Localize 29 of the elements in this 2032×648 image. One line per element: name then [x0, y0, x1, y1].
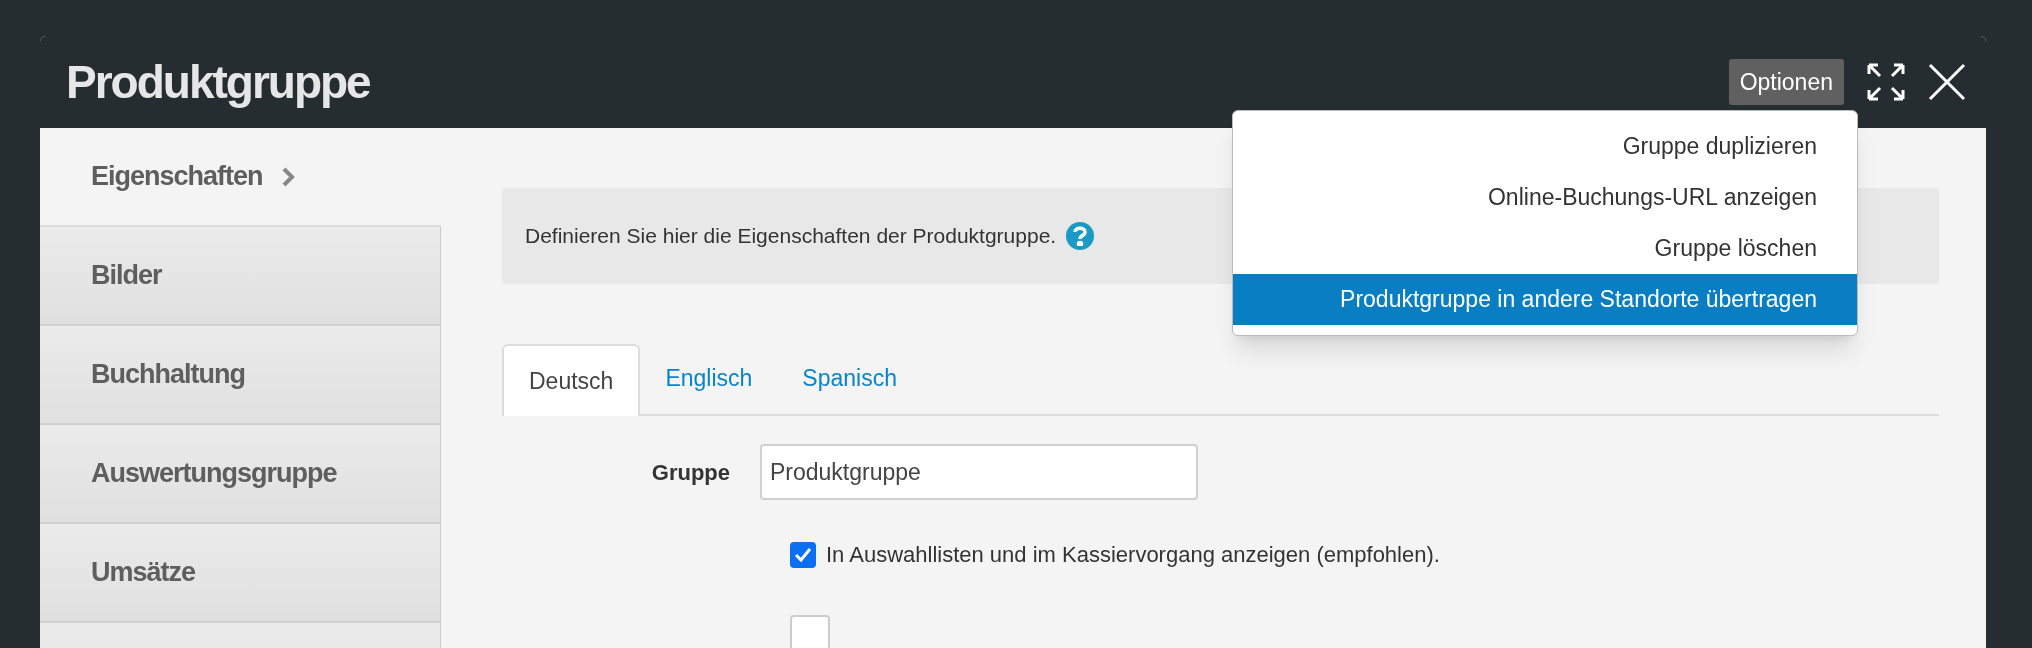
sidebar-label: Umsätze: [91, 556, 196, 590]
chevron-right-icon: [280, 166, 295, 187]
menu-item[interactable]: Gruppe löschen: [1233, 223, 1857, 274]
group-label: Gruppe: [650, 458, 731, 487]
language-tab[interactable]: Englisch: [640, 342, 778, 414]
menu-item[interactable]: Online-Buchungs-URL anzeigen: [1233, 172, 1857, 223]
checkmark-icon: [794, 546, 812, 563]
window-title: Produktgruppe: [66, 54, 370, 110]
sidebar-label: Bilder: [91, 259, 162, 293]
sidebar-item[interactable]: Buchhaltung: [40, 326, 441, 425]
sidebar-item[interactable]: Bilder: [40, 227, 441, 326]
options-button[interactable]: Optionen: [1728, 59, 1844, 105]
checkbox[interactable]: [790, 615, 830, 648]
menu-item[interactable]: Produktgruppe in andere Standorte übertragen: [1233, 274, 1857, 325]
close-icon[interactable]: [1928, 63, 1966, 101]
help-icon[interactable]: [1066, 222, 1095, 250]
language-tab[interactable]: Spanisch: [777, 342, 922, 414]
menu-item[interactable]: Gruppe duplizieren: [1233, 121, 1857, 172]
info-text: Definieren Sie hier die Eigenschaften der Produktgruppe.: [525, 223, 1057, 250]
group-input-field[interactable]: Produktgruppe: [760, 444, 1198, 500]
sidebar-item[interactable]: Umsätze: [40, 524, 441, 623]
sidebar-label: Buchhaltung: [91, 358, 245, 392]
language-tab[interactable]: Deutsch: [502, 344, 641, 416]
checkbox[interactable]: [790, 541, 816, 568]
sidebar-label: Auswertungsgruppe: [91, 457, 337, 491]
checkbox-label: In Auswahllisten und im Kassiervorgang anzeigen (empfohlen).: [826, 541, 1440, 569]
sidebar-label: Eigenschaften: [91, 160, 263, 194]
expand-icon[interactable]: [1866, 62, 1906, 102]
sidebar-item[interactable]: Auswertungsgruppe: [40, 425, 441, 524]
